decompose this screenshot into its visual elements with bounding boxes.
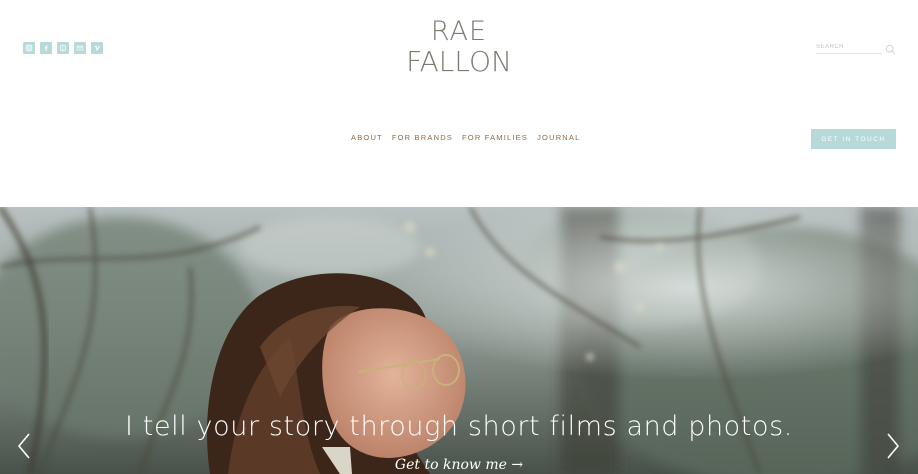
hero-slider: I tell your story through short films an…	[0, 207, 918, 474]
site-logo[interactable]: RAE FALLON	[396, 18, 522, 76]
facebook-icon[interactable]	[40, 42, 52, 54]
nav-item-journal[interactable]: JOURNAL	[537, 133, 580, 142]
get-in-touch-button[interactable]: GET IN TOUCH	[811, 129, 896, 149]
social-links	[23, 42, 103, 54]
nav-item-about[interactable]: ABOUT	[351, 133, 383, 142]
main-nav: ABOUT FOR BRANDS FOR FAMILIES JOURNAL	[351, 133, 581, 142]
search-input[interactable]	[816, 41, 882, 54]
pinterest-icon[interactable]	[57, 42, 69, 54]
search-icon[interactable]	[885, 42, 896, 55]
logo-line-2: FALLON	[406, 45, 512, 78]
nav-item-for-brands[interactable]: FOR BRANDS	[392, 133, 453, 142]
email-icon[interactable]	[74, 42, 86, 54]
chevron-left-icon[interactable]	[16, 432, 32, 460]
nav-item-for-families[interactable]: FOR FAMILIES	[462, 133, 528, 142]
get-to-know-me-link[interactable]: Get to know me →	[0, 457, 918, 473]
instagram-icon[interactable]	[23, 42, 35, 54]
chevron-right-icon[interactable]	[885, 432, 901, 460]
vimeo-icon[interactable]	[91, 42, 103, 54]
hero-headline: I tell your story through short films an…	[125, 411, 793, 442]
search-box	[816, 41, 898, 55]
site-header: RAE FALLON ABOUT FOR BRANDS FOR FAMILIES…	[0, 0, 918, 207]
logo-line-1: RAE	[430, 16, 488, 47]
